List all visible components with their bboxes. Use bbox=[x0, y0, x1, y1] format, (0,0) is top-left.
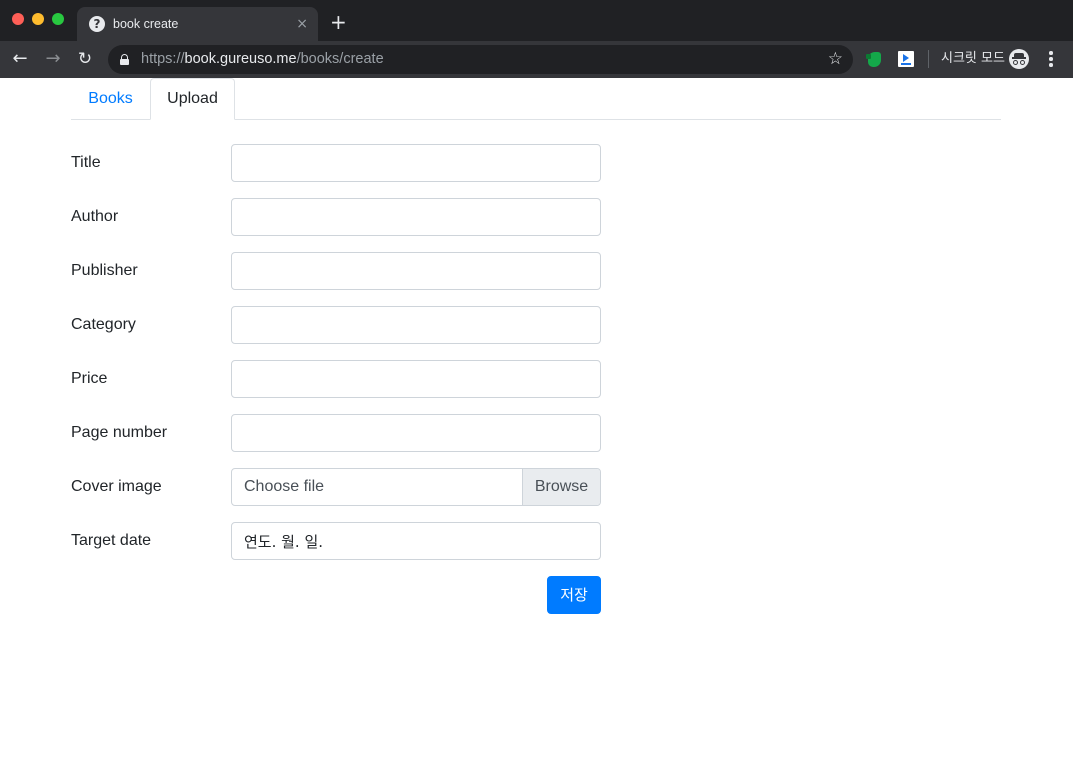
forward-arrow-icon[interactable]: → bbox=[42, 48, 64, 70]
incognito-icon[interactable] bbox=[1009, 49, 1029, 69]
author-label: Author bbox=[71, 208, 119, 225]
document-extension-icon[interactable] bbox=[898, 51, 914, 67]
address-bar[interactable]: https://book.gureuso.me/books/create ☆ bbox=[108, 45, 853, 74]
publisher-label: Publisher bbox=[71, 262, 138, 279]
url-scheme: https:// bbox=[141, 51, 185, 67]
author-input[interactable] bbox=[231, 198, 601, 236]
publisher-input[interactable] bbox=[231, 252, 601, 290]
file-placeholder: Choose file bbox=[244, 478, 325, 495]
url-text[interactable]: https://book.gureuso.me/books/create bbox=[141, 51, 384, 68]
browse-button[interactable]: Browse bbox=[522, 469, 600, 505]
page-number-label: Page number bbox=[71, 424, 168, 441]
default-favicon-icon: ? bbox=[89, 16, 105, 32]
title-row: Title bbox=[71, 144, 601, 182]
tab-upload[interactable]: Upload bbox=[150, 78, 235, 120]
title-input[interactable] bbox=[231, 144, 601, 182]
incognito-label[interactable]: 시크릿 모드 bbox=[941, 51, 1005, 67]
new-tab-icon[interactable]: + bbox=[330, 11, 347, 33]
category-row: Category bbox=[71, 306, 601, 344]
cover-image-label: Cover image bbox=[71, 478, 162, 495]
cover-image-row: Cover image Choose file Browse bbox=[71, 468, 601, 506]
close-window-button[interactable] bbox=[12, 13, 24, 25]
target-date-label: Target date bbox=[71, 532, 152, 549]
reload-icon[interactable]: ↻ bbox=[74, 48, 96, 70]
back-arrow-icon[interactable]: ← bbox=[9, 48, 31, 70]
bookmark-star-icon[interactable]: ☆ bbox=[828, 49, 843, 69]
price-row: Price bbox=[71, 360, 601, 398]
toolbar-divider bbox=[928, 50, 929, 68]
target-date-input[interactable]: 연도. 월. 일. bbox=[231, 522, 601, 560]
page-number-row: Page number bbox=[71, 414, 601, 452]
url-host: book.gureuso.me bbox=[184, 51, 297, 67]
price-label: Price bbox=[71, 370, 108, 387]
evernote-extension-icon[interactable] bbox=[866, 51, 882, 68]
tab-title: book create bbox=[113, 17, 179, 31]
tab-books[interactable]: Books bbox=[71, 78, 150, 120]
minimize-window-button[interactable] bbox=[32, 13, 44, 25]
kebab-menu-icon[interactable] bbox=[1045, 50, 1057, 68]
title-label: Title bbox=[71, 154, 101, 171]
author-row: Author bbox=[71, 198, 601, 236]
publisher-row: Publisher bbox=[71, 252, 601, 290]
browser-titlebar: ? book create × + bbox=[0, 0, 1073, 41]
page-number-input[interactable] bbox=[231, 414, 601, 452]
date-placeholder: 연도. 월. 일. bbox=[244, 533, 324, 551]
browser-tab[interactable]: ? book create × bbox=[77, 7, 318, 41]
maximize-window-button[interactable] bbox=[52, 13, 64, 25]
target-date-row: Target date 연도. 월. 일. bbox=[71, 522, 601, 560]
nav-tabs: Books Upload bbox=[71, 78, 1001, 120]
lock-icon[interactable] bbox=[120, 54, 129, 65]
close-tab-icon[interactable]: × bbox=[296, 15, 308, 33]
category-input[interactable] bbox=[231, 306, 601, 344]
price-input[interactable] bbox=[231, 360, 601, 398]
save-button[interactable]: 저장 bbox=[547, 576, 601, 614]
category-label: Category bbox=[71, 316, 136, 333]
url-path: /books/create bbox=[296, 51, 384, 67]
cover-image-file-input[interactable]: Choose file Browse bbox=[231, 468, 601, 506]
